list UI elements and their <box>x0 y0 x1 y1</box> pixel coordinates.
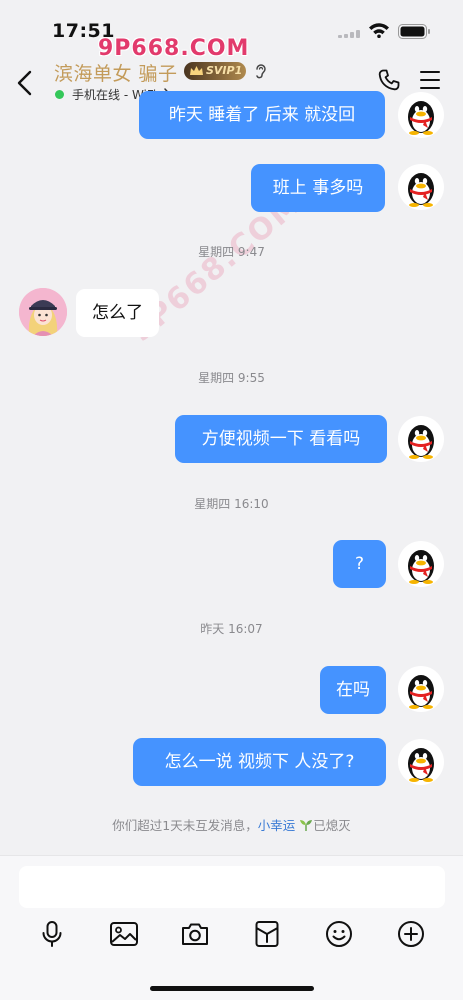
qq-penguin-icon <box>408 101 434 135</box>
wifi-icon <box>369 23 389 38</box>
streak-link[interactable]: 小幸运 <box>258 818 296 833</box>
self-avatar[interactable] <box>398 416 444 462</box>
message-bubble-outgoing[interactable]: 昨天 睡着了 后来 就没回 <box>139 91 385 139</box>
camera-icon[interactable] <box>180 919 210 949</box>
ear-icon <box>256 64 266 79</box>
status-bar: 17:51 <box>0 0 463 44</box>
qq-penguin-icon <box>408 748 434 782</box>
battery-icon <box>398 24 430 39</box>
microphone-icon[interactable] <box>37 919 67 949</box>
status-time: 17:51 <box>52 20 115 42</box>
contact-avatar-image <box>19 288 67 336</box>
qq-penguin-icon <box>408 675 434 709</box>
svip-badge-label: SVIP1 <box>206 64 243 77</box>
message-bubble-outgoing[interactable]: 怎么一说 视频下 人没了? <box>133 738 386 786</box>
plus-icon[interactable] <box>396 919 426 949</box>
contact-name[interactable]: 滨海单女 骗子 <box>54 59 178 86</box>
qq-penguin-icon <box>408 550 434 584</box>
message-input[interactable] <box>19 866 445 908</box>
red-packet-icon[interactable] <box>252 919 282 949</box>
message-timestamp: 星期四 16:10 <box>194 497 269 511</box>
message-bubble-incoming[interactable]: 怎么了 <box>76 289 159 337</box>
streak-notice-suffix: 已熄灭 <box>313 818 351 833</box>
message-bubble-outgoing[interactable]: 方便视频一下 看看吗 <box>175 415 387 463</box>
contact-avatar[interactable] <box>19 288 67 336</box>
menu-icon[interactable] <box>420 71 440 89</box>
self-avatar[interactable] <box>398 92 444 138</box>
self-avatar[interactable] <box>398 666 444 712</box>
sprout-icon <box>300 820 313 831</box>
online-status-dot <box>55 90 64 99</box>
self-avatar[interactable] <box>398 541 444 587</box>
self-avatar[interactable] <box>398 739 444 785</box>
streak-notice-prefix: 你们超过1天未互发消息， <box>112 818 258 833</box>
input-area <box>0 855 463 1000</box>
self-avatar[interactable] <box>398 164 444 210</box>
emoji-icon[interactable] <box>324 919 354 949</box>
image-icon[interactable] <box>109 919 139 949</box>
message-bubble-outgoing[interactable]: 在吗 <box>320 666 386 714</box>
back-icon[interactable] <box>14 70 36 96</box>
crown-icon <box>190 66 203 75</box>
phone-call-icon[interactable] <box>377 68 401 92</box>
message-timestamp: 昨天 16:07 <box>200 622 263 636</box>
message-timestamp: 星期四 9:55 <box>198 371 265 385</box>
message-timestamp: 星期四 9:47 <box>198 245 265 259</box>
streak-notice: 你们超过1天未互发消息，小幸运 已熄灭 <box>0 815 463 834</box>
message-bubble-outgoing[interactable]: 班上 事多吗 <box>251 164 385 212</box>
message-bubble-outgoing[interactable]: ? <box>333 540 386 588</box>
qq-penguin-icon <box>408 425 434 459</box>
svip-badge: SVIP1 <box>184 62 246 80</box>
home-indicator <box>150 986 314 991</box>
cellular-signal-icon <box>338 30 362 38</box>
qq-penguin-icon <box>408 173 434 207</box>
